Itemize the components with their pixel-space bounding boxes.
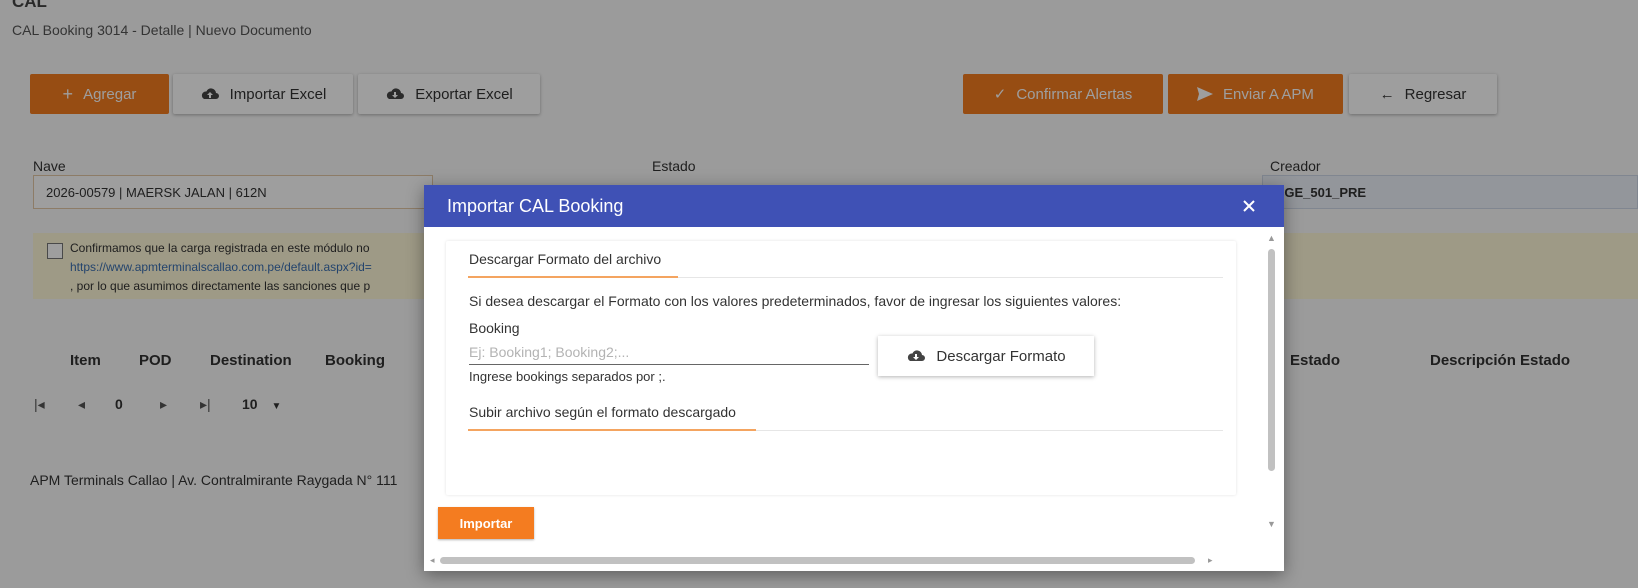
scroll-right-icon[interactable]: ▸ [1208,555,1213,566]
scroll-down-icon[interactable]: ▼ [1267,519,1276,529]
booking-label: Booking [469,320,520,336]
booking-input[interactable] [469,339,869,365]
modal-body: Descargar Formato del archivo Si desea d… [446,241,1236,495]
download-format-label: Descargar Formato [936,347,1066,365]
download-description: Si desea descargar el Formato con los va… [469,293,1122,309]
cloud-download-icon [906,349,926,363]
vertical-scrollbar[interactable]: ▲ ▼ [1266,233,1278,533]
horizontal-scroll-thumb[interactable] [440,557,1195,564]
section-download-title: Descargar Formato del archivo [469,251,662,267]
modal-header: Importar CAL Booking [424,185,1284,227]
download-format-button[interactable]: Descargar Formato [878,336,1094,376]
section-upload-title: Subir archivo según el formato descargad… [469,404,736,420]
close-icon[interactable] [1236,193,1262,219]
horizontal-scrollbar[interactable]: ◂ ▸ [430,555,1220,567]
section-upload-underline [468,429,1223,431]
import-modal: Importar CAL Booking Descargar Formato d… [424,185,1284,571]
scroll-up-icon[interactable]: ▲ [1267,233,1276,243]
scroll-left-icon[interactable]: ◂ [430,555,435,566]
import-button[interactable]: Importar [438,507,534,539]
section-download-underline [468,276,1223,278]
booking-hint: Ingrese bookings separados por ;. [469,369,666,384]
vertical-scroll-thumb[interactable] [1268,249,1275,471]
modal-title: Importar CAL Booking [447,196,624,216]
